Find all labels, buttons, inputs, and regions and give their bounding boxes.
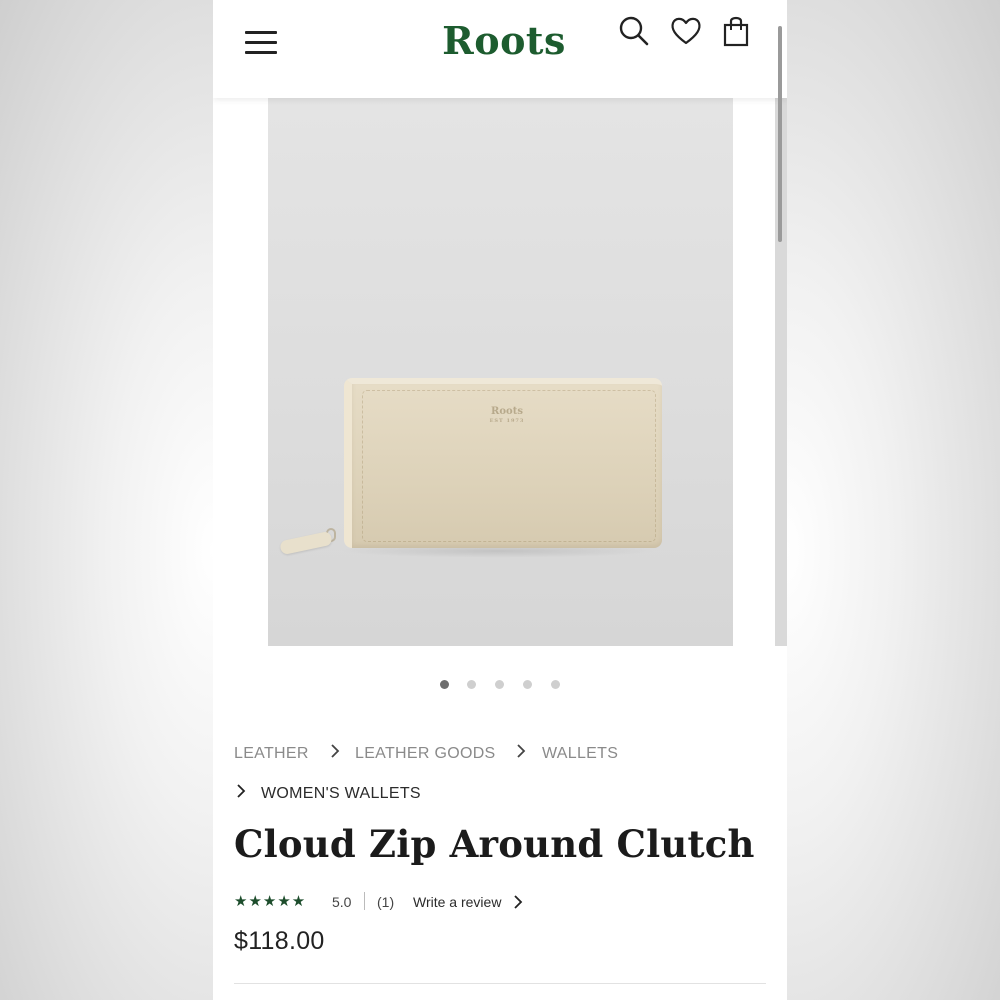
chevron-right-icon <box>514 895 523 909</box>
gallery-dot[interactable] <box>551 680 560 689</box>
zipper-pull <box>279 530 333 556</box>
breadcrumb-item[interactable]: LEATHER <box>234 745 309 763</box>
background-right <box>787 0 1000 1000</box>
rating-stars: ★★★★★ <box>234 893 307 910</box>
mobile-page: Roots Roots EST 1973 LEATHER LEATHER GOO… <box>213 0 787 1000</box>
gallery-dot[interactable] <box>467 680 476 689</box>
hamburger-menu-icon[interactable] <box>243 30 279 56</box>
product-gallery[interactable]: Roots EST 1973 <box>213 98 787 648</box>
gallery-dot[interactable] <box>495 680 504 689</box>
site-header: Roots <box>213 0 787 98</box>
wallet-illustration: Roots EST 1973 <box>344 378 662 548</box>
chevron-right-icon <box>517 744 526 758</box>
scrollbar[interactable] <box>778 26 782 242</box>
shopping-bag-icon[interactable] <box>719 14 753 48</box>
heart-icon[interactable] <box>669 14 703 48</box>
section-divider <box>234 983 766 984</box>
write-review-link[interactable]: Write a review <box>413 894 523 910</box>
product-title: Cloud Zip Around Clutch <box>234 822 755 866</box>
product-image[interactable]: Roots EST 1973 <box>268 98 733 646</box>
write-review-label: Write a review <box>413 894 502 910</box>
gallery-dot[interactable] <box>440 680 449 689</box>
chevron-right-icon <box>331 744 340 758</box>
breadcrumb-item[interactable]: LEATHER GOODS <box>355 745 496 763</box>
brand-logo[interactable]: Roots <box>409 16 599 66</box>
rating-divider <box>364 892 365 910</box>
search-icon[interactable] <box>617 14 651 48</box>
breadcrumb-item[interactable]: WALLETS <box>542 745 618 763</box>
background-left <box>0 0 213 1000</box>
gallery-dot[interactable] <box>523 680 532 689</box>
wallet-logo: Roots EST 1973 <box>489 406 525 424</box>
breadcrumb-current[interactable]: WOMEN'S WALLETS <box>261 785 421 803</box>
gallery-pagination <box>213 680 787 690</box>
review-count[interactable]: (1) <box>377 894 394 910</box>
chevron-right-icon <box>237 784 246 798</box>
product-price: $118.00 <box>234 927 325 955</box>
rating-value: 5.0 <box>332 894 352 910</box>
